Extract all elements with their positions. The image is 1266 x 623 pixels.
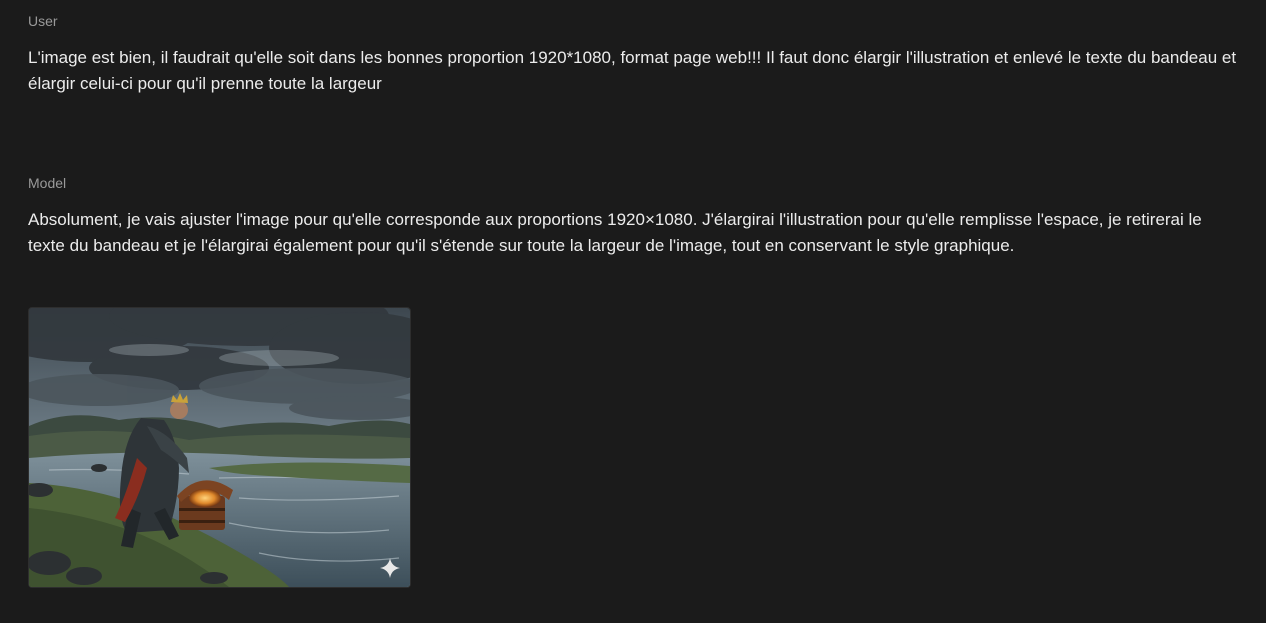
model-role-label: Model — [28, 175, 67, 191]
user-role-label: User — [28, 13, 58, 29]
sparkle-icon — [380, 558, 400, 578]
generated-image[interactable] — [28, 307, 411, 588]
user-turn: User L'image est bien, il faudrait qu'el… — [28, 12, 1242, 96]
model-message: Absolument, je vais ajuster l'image pour… — [28, 210, 1202, 255]
user-message: L'image est bien, il faudrait qu'elle so… — [28, 48, 1237, 93]
generated-illustration — [29, 308, 410, 587]
model-turn: Model Absolument, je vais ajuster l'imag… — [28, 174, 1242, 258]
